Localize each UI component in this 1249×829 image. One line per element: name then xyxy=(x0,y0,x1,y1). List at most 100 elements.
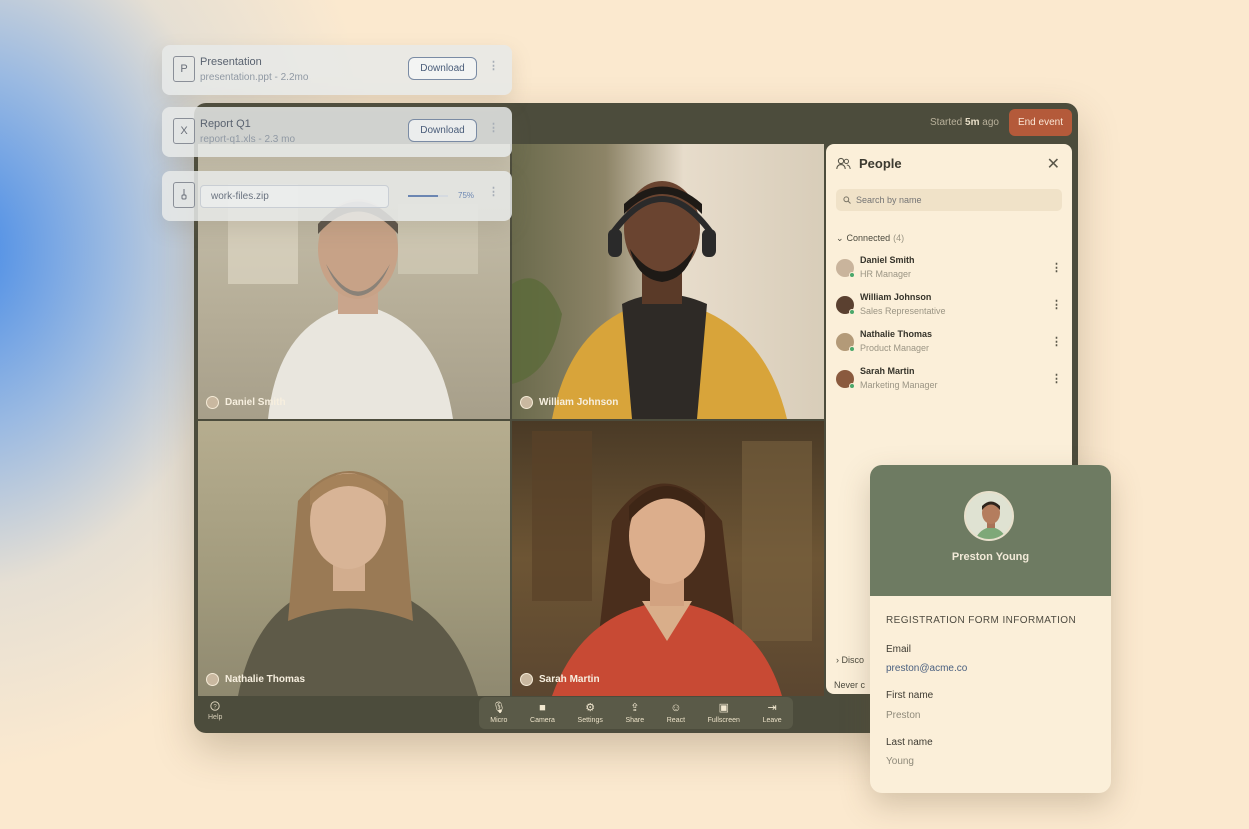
section-title: REGISTRATION FORM INFORMATION xyxy=(886,615,1077,626)
call-controls: 🎙︎ Micro ■ Camera ⚙ Settings ⇪ Share ☺ React … xyxy=(479,697,793,729)
more-options-icon[interactable]: ⋮ xyxy=(1051,298,1062,311)
avatar xyxy=(520,396,533,409)
microphone-icon: 🎙︎ xyxy=(491,701,506,714)
more-options-icon[interactable]: ⋮ xyxy=(1051,372,1062,385)
email-label: Email xyxy=(886,644,912,655)
participant-profile-card: Preston Young REGISTRATION FORM INFORMAT… xyxy=(870,465,1111,793)
file-icon: X xyxy=(173,118,195,144)
never-connected-label: Never c xyxy=(834,680,866,690)
video-tile-nathalie[interactable]: Nathalie Thomas xyxy=(198,421,510,696)
fullscreen-button[interactable]: ▣ Fullscreen xyxy=(707,701,740,724)
help-icon: ? xyxy=(210,701,220,711)
member-name: Sarah Martin xyxy=(860,366,915,376)
camera-button[interactable]: ■ Camera xyxy=(530,701,555,724)
participant-name: William Johnson xyxy=(539,397,619,408)
participant-video xyxy=(532,431,812,696)
member-name: Nathalie Thomas xyxy=(860,329,933,339)
more-options-icon[interactable]: ⋮ xyxy=(488,121,499,134)
disconnected-label: Disco xyxy=(841,655,865,665)
video-tile-sarah[interactable]: Sarah Martin xyxy=(512,421,824,696)
help-label: Help xyxy=(208,714,223,721)
list-item[interactable]: Sarah Martin Marketing Manager ⋮ xyxy=(836,366,1066,403)
participant-video xyxy=(512,181,787,419)
participant-name: Daniel Smith xyxy=(225,397,286,408)
participant-name: Sarah Martin xyxy=(539,674,600,685)
more-options-icon[interactable]: ⋮ xyxy=(1051,261,1062,274)
avatar xyxy=(520,673,533,686)
video-grid: Daniel Smith William Johnson Nathalie Th… xyxy=(198,144,824,696)
control-label: Settings xyxy=(577,716,603,724)
member-role: Sales Representative xyxy=(860,306,946,316)
share-button[interactable]: ⇪ Share xyxy=(625,701,644,724)
first-name-label: First name xyxy=(886,690,934,701)
avatar xyxy=(836,259,855,278)
people-icon xyxy=(836,157,851,170)
gear-icon: ⚙ xyxy=(585,701,596,714)
more-options-icon[interactable]: ⋮ xyxy=(488,59,499,72)
leave-icon: ⇥ xyxy=(767,701,777,714)
avatar xyxy=(836,370,855,389)
list-item[interactable]: William Johnson Sales Representative ⋮ xyxy=(836,292,1066,329)
profile-header: Preston Young xyxy=(870,465,1111,596)
download-button[interactable]: Download xyxy=(408,119,477,142)
avatar xyxy=(836,333,855,352)
search-input[interactable] xyxy=(856,195,1046,205)
more-options-icon[interactable]: ⋮ xyxy=(488,185,499,198)
leave-button[interactable]: ⇥ Leave xyxy=(762,701,782,724)
end-event-button[interactable]: End event xyxy=(1008,109,1072,136)
member-role: Product Manager xyxy=(860,343,930,353)
last-name-value: Young xyxy=(886,756,914,767)
people-search[interactable] xyxy=(836,189,1062,211)
participant-name: Nathalie Thomas xyxy=(225,674,306,685)
participant-name-tag: Nathalie Thomas xyxy=(206,673,305,686)
profile-name: Preston Young xyxy=(951,551,1030,563)
online-status-dot xyxy=(849,383,855,389)
settings-button[interactable]: ⚙ Settings xyxy=(577,701,603,724)
last-name-label: Last name xyxy=(886,737,933,748)
email-value[interactable]: preston@acme.co xyxy=(886,663,967,674)
more-options-icon[interactable]: ⋮ xyxy=(1051,335,1062,348)
react-button[interactable]: ☺ React xyxy=(667,701,685,724)
file-card-report: X Report Q1 report-q1.xls - 2.3 mo Downl… xyxy=(162,107,512,157)
profile-photo xyxy=(966,493,1012,539)
help-button[interactable]: ? Help xyxy=(208,701,222,721)
disconnected-section-toggle[interactable]: › Disco xyxy=(836,655,864,665)
upload-progress-label: 75% xyxy=(458,191,475,200)
online-status-dot xyxy=(849,272,855,278)
people-list: Daniel Smith HR Manager ⋮ William Johnso… xyxy=(836,255,1066,403)
connected-section-toggle[interactable]: ⌄ Connected (4) xyxy=(836,233,904,244)
list-item[interactable]: Daniel Smith HR Manager ⋮ xyxy=(836,255,1066,292)
control-label: Leave xyxy=(762,716,782,724)
member-role: HR Manager xyxy=(860,269,912,279)
download-button[interactable]: Download xyxy=(408,57,477,80)
online-status-dot xyxy=(849,346,855,352)
upload-progress-fill xyxy=(408,195,438,197)
first-name-value: Preston xyxy=(886,710,921,721)
file-subtitle: presentation.ppt - 2.2mo xyxy=(200,72,309,83)
started-timer: Started 5m ago xyxy=(930,117,999,128)
people-title: People xyxy=(859,156,902,171)
video-tile-william[interactable]: William Johnson xyxy=(512,144,824,419)
member-role: Marketing Manager xyxy=(860,380,938,390)
list-item[interactable]: Nathalie Thomas Product Manager ⋮ xyxy=(836,329,1066,366)
participant-name-tag: Daniel Smith xyxy=(206,396,286,409)
close-icon[interactable]: ✕ xyxy=(1047,154,1060,174)
smile-icon: ☺ xyxy=(670,701,682,714)
chevron-right-icon: › xyxy=(836,655,839,665)
chevron-down-icon: ⌄ xyxy=(836,233,844,243)
share-icon: ⇪ xyxy=(630,701,640,714)
file-title: Presentation xyxy=(200,56,262,68)
fullscreen-icon: ▣ xyxy=(718,701,729,714)
file-card-presentation: P Presentation presentation.ppt - 2.2mo … xyxy=(162,45,512,95)
participant-name-tag: William Johnson xyxy=(520,396,618,409)
camera-icon: ■ xyxy=(539,701,546,714)
connected-label: Connected xyxy=(846,233,891,243)
micro-button[interactable]: 🎙︎ Micro xyxy=(490,701,507,724)
participant-name-tag: Sarah Martin xyxy=(520,673,600,686)
member-name: William Johnson xyxy=(860,292,932,302)
zipper-icon xyxy=(181,189,187,200)
upload-progress-bar xyxy=(408,195,448,197)
avatar xyxy=(964,491,1014,541)
control-label: Camera xyxy=(530,716,555,724)
control-label: Fullscreen xyxy=(707,716,740,724)
